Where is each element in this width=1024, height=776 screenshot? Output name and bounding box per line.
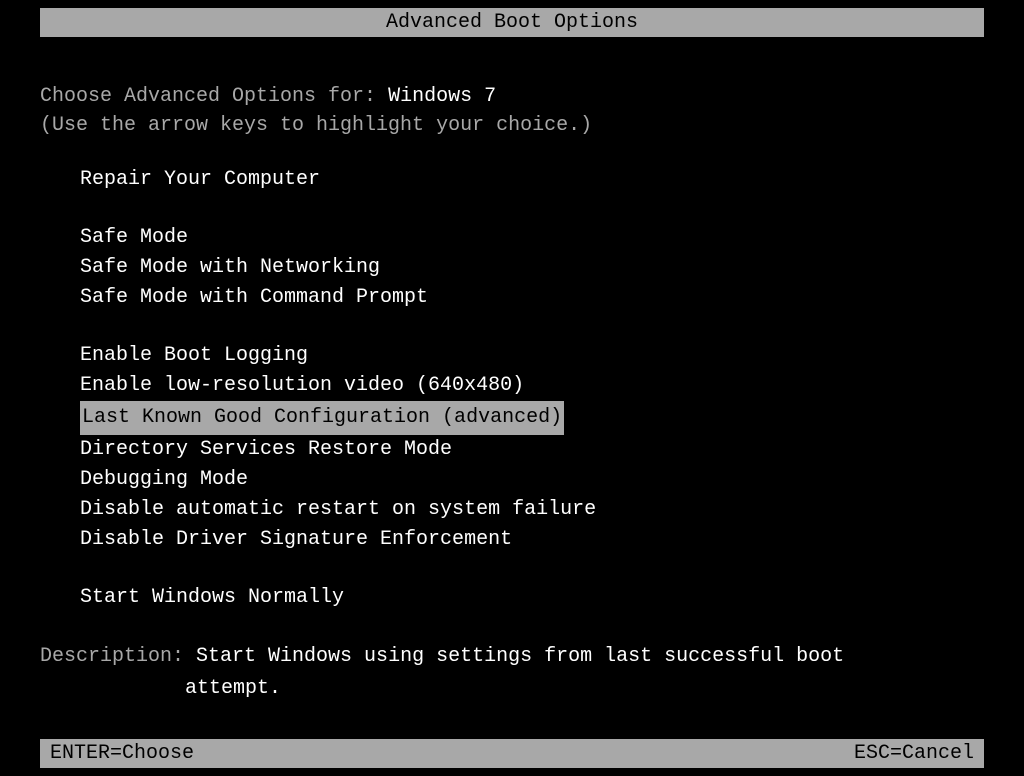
os-name: Windows 7 (388, 85, 496, 108)
menu-item-row[interactable]: Disable Driver Signature Enforcement (40, 525, 984, 555)
menu-item-row[interactable]: Last Known Good Configuration (advanced) (40, 401, 984, 435)
menu-item[interactable]: Enable Boot Logging (40, 342, 308, 369)
menu-item-row[interactable]: Safe Mode with Command Prompt (40, 283, 984, 313)
menu-item-row[interactable]: Debugging Mode (40, 465, 984, 495)
menu-item-row[interactable]: Safe Mode with Networking (40, 253, 984, 283)
footer-esc-hint: ESC=Cancel (854, 742, 974, 765)
instruction-line: (Use the arrow keys to highlight your ch… (40, 114, 984, 137)
menu-item-row[interactable]: Disable automatic restart on system fail… (40, 495, 984, 525)
menu-item[interactable]: Enable low-resolution video (640x480) (40, 372, 524, 399)
menu-item-row[interactable]: Enable Boot Logging (40, 341, 984, 371)
menu-item[interactable]: Start Windows Normally (40, 584, 344, 611)
menu-item-row[interactable]: Start Windows Normally (40, 583, 984, 613)
menu-group: Start Windows Normally (40, 583, 984, 613)
description-text-line2: attempt. (40, 673, 984, 705)
menu-item[interactable]: Last Known Good Configuration (advanced) (80, 401, 564, 435)
menu-group: Enable Boot Logging Enable low-resolution… (40, 341, 984, 555)
page-title: Advanced Boot Options (386, 11, 638, 34)
menu-item[interactable]: Safe Mode with Command Prompt (40, 284, 428, 311)
prompt-prefix: Choose Advanced Options for: (40, 85, 388, 108)
menu-item[interactable]: Repair Your Computer (40, 166, 320, 193)
menu-item-row[interactable]: Repair Your Computer (40, 165, 984, 195)
menu-item-row[interactable]: Directory Services Restore Mode (40, 435, 984, 465)
boot-menu[interactable]: Repair Your Computer Safe Mode Safe Mode w… (40, 165, 984, 613)
menu-item[interactable]: Disable automatic restart on system fail… (40, 496, 596, 523)
menu-item[interactable]: Safe Mode with Networking (40, 254, 380, 281)
menu-item[interactable]: Debugging Mode (40, 466, 248, 493)
menu-item[interactable]: Directory Services Restore Mode (40, 436, 452, 463)
menu-group: Safe Mode Safe Mode with Networking Safe M… (40, 223, 984, 313)
footer-enter-hint: ENTER=Choose (50, 742, 194, 765)
menu-item-row[interactable]: Enable low-resolution video (640x480) (40, 371, 984, 401)
prompt-line: Choose Advanced Options for: Windows 7 (40, 85, 984, 108)
menu-item[interactable]: Disable Driver Signature Enforcement (40, 526, 512, 553)
title-bar: Advanced Boot Options (40, 8, 984, 37)
description-section: Description: Start Windows using setting… (40, 641, 984, 705)
description-text-line1: Start Windows using settings from last s… (196, 645, 844, 668)
menu-group: Repair Your Computer (40, 165, 984, 195)
menu-item-row[interactable]: Safe Mode (40, 223, 984, 253)
footer-bar: ENTER=Choose ESC=Cancel (40, 739, 984, 768)
content-area: Choose Advanced Options for: Windows 7 (… (0, 85, 1024, 705)
menu-item[interactable]: Safe Mode (40, 224, 188, 251)
description-label: Description: (40, 645, 196, 668)
